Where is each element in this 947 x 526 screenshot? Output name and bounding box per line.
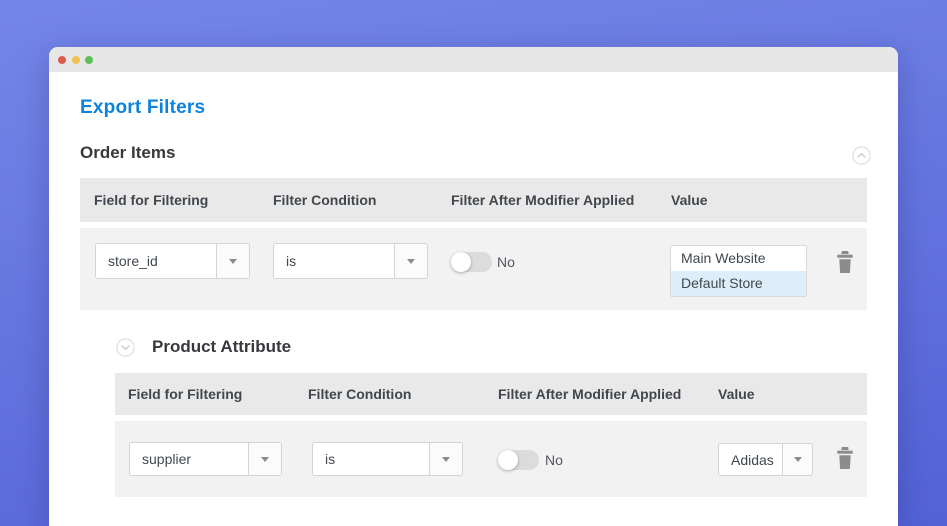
chevron-down-icon[interactable] xyxy=(782,444,812,475)
app-window: Export Filters Order Items Field for Fil… xyxy=(49,47,898,526)
condition-select[interactable]: is xyxy=(273,243,428,279)
maximize-window-icon[interactable] xyxy=(85,55,93,64)
trash-icon xyxy=(837,251,853,273)
column-header-condition: Filter Condition xyxy=(273,192,377,208)
modifier-toggle-label: No xyxy=(497,254,515,270)
toggle-knob xyxy=(498,450,518,470)
column-header-field: Field for Filtering xyxy=(128,386,243,402)
modifier-toggle[interactable] xyxy=(451,252,492,272)
delete-filter-button[interactable] xyxy=(837,447,853,472)
order-items-filter-row: store_id is No Main Website Default Stor… xyxy=(80,228,867,310)
field-select[interactable]: supplier xyxy=(129,442,282,476)
product-attribute-table-header: Field for Filtering Filter Condition Fil… xyxy=(115,373,867,415)
column-header-field: Field for Filtering xyxy=(94,192,209,208)
condition-select-value: is xyxy=(286,253,297,269)
condition-select[interactable]: is xyxy=(312,442,463,476)
collapse-section-icon[interactable] xyxy=(852,146,871,165)
column-header-value: Value xyxy=(718,386,755,402)
column-header-modifier: Filter After Modifier Applied xyxy=(451,192,635,208)
value-select[interactable]: Adidas xyxy=(718,443,813,476)
column-header-condition: Filter Condition xyxy=(308,386,412,402)
modifier-toggle-label: No xyxy=(545,452,563,468)
toggle-knob xyxy=(451,252,471,272)
field-select[interactable]: store_id xyxy=(95,243,250,279)
value-listbox[interactable]: Main Website Default Store xyxy=(670,245,807,297)
page-title: Export Filters xyxy=(80,97,206,118)
modifier-toggle[interactable] xyxy=(498,450,539,470)
chevron-down-icon[interactable] xyxy=(216,244,249,278)
value-select-value: Adidas xyxy=(731,451,774,468)
chevron-down-icon[interactable] xyxy=(394,244,427,278)
column-header-modifier: Filter After Modifier Applied xyxy=(498,386,682,402)
close-window-icon[interactable] xyxy=(58,55,66,64)
chevron-down-icon[interactable] xyxy=(248,443,281,475)
window-titlebar xyxy=(49,47,898,72)
order-items-table-header: Field for Filtering Filter Condition Fil… xyxy=(80,178,867,222)
section-title-order-items: Order Items xyxy=(80,143,176,162)
column-header-value: Value xyxy=(671,192,708,208)
field-select-value: supplier xyxy=(142,451,192,467)
expand-section-icon[interactable] xyxy=(116,338,135,357)
delete-filter-button[interactable] xyxy=(837,251,853,276)
product-attribute-filter-row: supplier is No Adidas xyxy=(115,421,867,497)
value-option-default-store[interactable]: Default Store xyxy=(671,271,806,296)
condition-select-value: is xyxy=(325,451,336,467)
chevron-down-icon[interactable] xyxy=(429,443,462,475)
field-select-value: store_id xyxy=(108,253,158,269)
minimize-window-icon[interactable] xyxy=(71,55,80,64)
value-option-main-website[interactable]: Main Website xyxy=(671,246,806,271)
section-title-product-attribute: Product Attribute xyxy=(152,337,292,356)
trash-icon xyxy=(837,447,853,469)
